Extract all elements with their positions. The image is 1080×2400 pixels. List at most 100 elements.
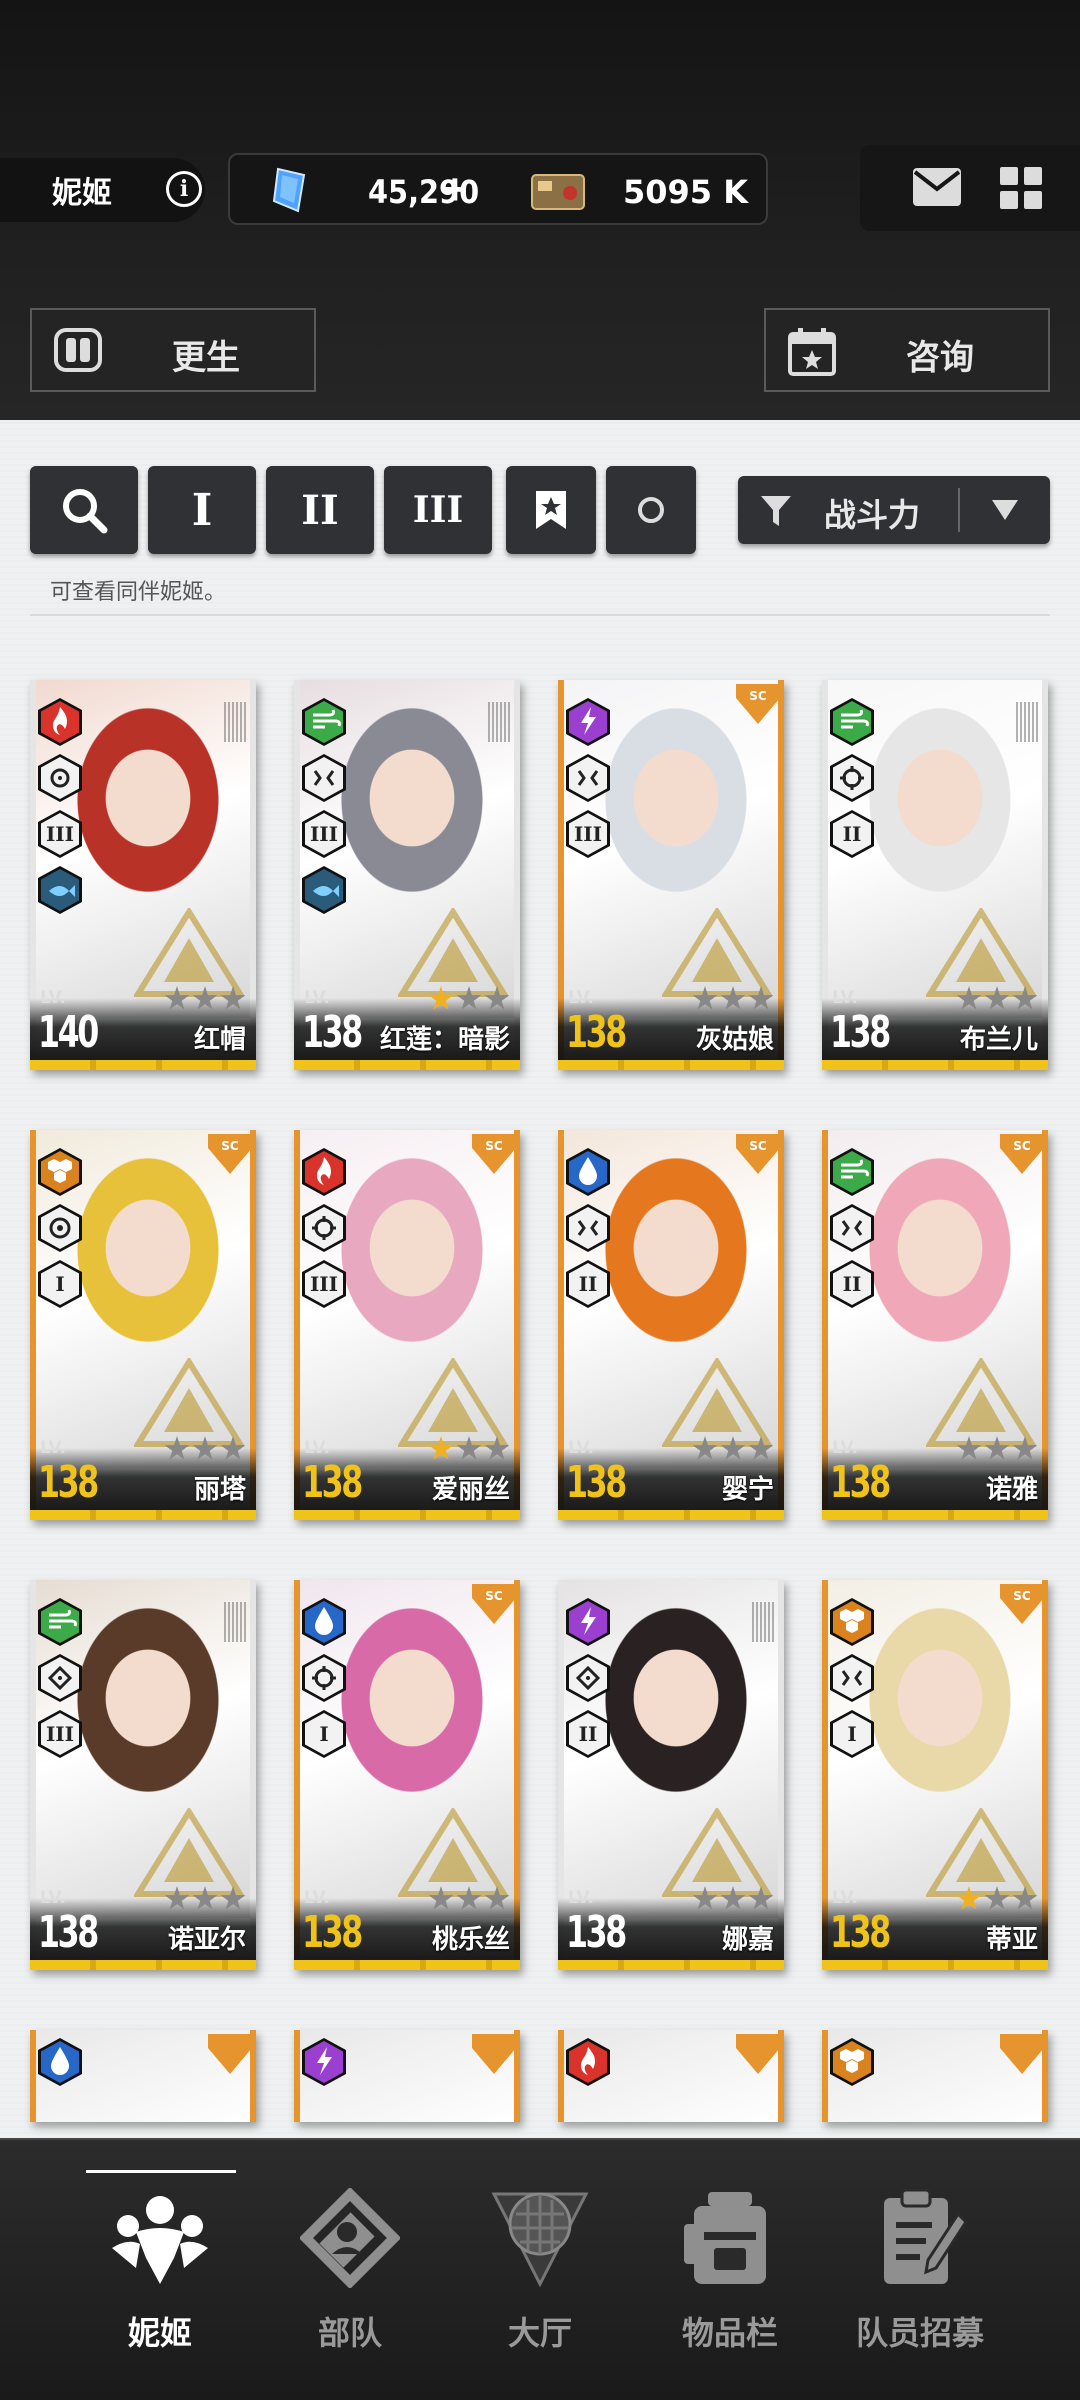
consult-button[interactable]: 咨询 <box>764 308 1050 392</box>
burst-level: I <box>833 1713 871 1755</box>
nikke-name: 诺亚尔 <box>167 1925 246 1955</box>
star-icon <box>692 1436 718 1460</box>
nikke-group-icon <box>112 2196 208 2284</box>
star-icon <box>956 1886 982 1910</box>
filter-burst-3-button[interactable]: III <box>384 466 492 554</box>
electric-element-icon <box>317 2047 332 2075</box>
star-icon <box>984 986 1010 1010</box>
card-strip <box>822 1960 1048 1970</box>
nav-lobby-label: 大厅 <box>507 2314 572 2352</box>
nav-inventory[interactable]: 物品栏 <box>630 2140 830 2400</box>
nav-squad-label: 部队 <box>317 2314 382 2352</box>
add-gems-button[interactable]: + <box>442 165 468 215</box>
favorite-filter-button[interactable] <box>506 466 596 554</box>
nav-lobby[interactable]: 大厅 <box>440 2140 640 2400</box>
filter-burst-2-button[interactable]: II <box>266 466 374 554</box>
filter-burst-1-button[interactable]: I <box>148 466 256 554</box>
barcode <box>488 702 510 742</box>
manufacturer-emblem-icon <box>926 908 1036 997</box>
nikke-name: 红帽 <box>193 1025 246 1055</box>
level-label: LV. <box>40 1888 66 1908</box>
nav-recruit-label: 队员招募 <box>855 2314 984 2352</box>
level-value: 138 <box>38 1457 99 1508</box>
iron-element-icon <box>840 1609 864 1633</box>
nikke-card[interactable]: SC III LV. 138 爱丽丝 <box>294 1130 520 1520</box>
sc-rarity-tag-icon <box>736 2034 780 2074</box>
nikke-card[interactable]: SC III LV. 138 灰姑娘 <box>558 680 784 1070</box>
fire-element-icon <box>316 1157 332 1185</box>
nav-squad[interactable]: 部队 <box>250 2140 450 2400</box>
level-label: LV. <box>832 1438 858 1458</box>
nikke-name: 布兰儿 <box>959 1025 1038 1055</box>
nikke-name: 丽塔 <box>193 1475 246 1505</box>
nikke-card[interactable]: SC II LV. 138 诺雅 <box>822 1130 1048 1520</box>
sc-rarity-tag-icon: SC <box>472 1584 516 1624</box>
star-icon <box>1012 986 1038 1010</box>
level-value: 138 <box>830 1007 891 1058</box>
svg-text:SC: SC <box>1013 1589 1031 1603</box>
level-value: 138 <box>830 1907 891 1958</box>
level-value: 140 <box>38 1007 99 1058</box>
nikke-card[interactable]: SC I LV. 138 蒂亚 <box>822 1580 1048 1970</box>
nikke-card[interactable]: SC II LV. 138 婴宁 <box>558 1130 784 1520</box>
manufacturer-emblem-icon <box>926 1358 1036 1447</box>
nav-recruit[interactable]: 队员招募 <box>820 2140 1020 2400</box>
diamond-weapon-icon <box>575 1665 601 1691</box>
calendar-star-icon <box>788 328 836 376</box>
sc-rarity-tag-icon: SC <box>208 1134 252 1174</box>
menu-grid-icon[interactable] <box>1000 167 1042 209</box>
nikke-card[interactable]: III LV. 138 红莲：暗影 <box>294 680 520 1070</box>
star-icon <box>692 986 718 1010</box>
nikke-card[interactable]: SC I LV. 138 丽塔 <box>30 1130 256 1520</box>
star-icon <box>428 1886 454 1910</box>
nikke-card[interactable] <box>294 2030 520 2122</box>
card-strip <box>822 1510 1048 1520</box>
nikke-name: 爱丽丝 <box>431 1475 510 1505</box>
info-icon[interactable]: i <box>166 171 202 207</box>
nikke-card[interactable]: SC I LV. 138 桃乐丝 <box>294 1580 520 1970</box>
svg-text:SC: SC <box>485 1589 503 1603</box>
nikke-card[interactable]: II LV. 138 娜嘉 <box>558 1580 784 1970</box>
nikke-card[interactable] <box>30 2030 256 2122</box>
star-icon <box>192 1886 218 1910</box>
iron-element-icon <box>48 1159 72 1183</box>
nikke-card[interactable] <box>558 2030 784 2122</box>
sort-dropdown[interactable]: 战斗力 <box>738 476 1050 544</box>
nikke-card[interactable]: II LV. 138 布兰儿 <box>822 680 1048 1070</box>
card-frame <box>30 2030 36 2122</box>
card-strip <box>30 1510 256 1520</box>
manufacturer-emblem-icon <box>662 908 772 997</box>
star-rating <box>164 1436 246 1462</box>
nikke-card[interactable]: III LV. 140 红帽 <box>30 680 256 1070</box>
nikke-card[interactable] <box>822 2030 1048 2122</box>
sc-rarity-tag-icon <box>208 2034 252 2074</box>
star-icon <box>956 986 982 1010</box>
mail-icon[interactable] <box>912 167 962 207</box>
star-rating <box>692 1886 774 1912</box>
search-button[interactable] <box>30 466 138 554</box>
nav-nikke[interactable]: 妮姬 <box>60 2140 260 2400</box>
chevron-down-icon <box>992 500 1018 520</box>
water-fish-icon <box>313 885 339 897</box>
circle-filter-button[interactable] <box>606 466 696 554</box>
level-label: LV. <box>568 1438 594 1458</box>
star-icon <box>720 1886 746 1910</box>
level-value: 138 <box>302 1907 363 1958</box>
credit-card-icon <box>531 174 585 210</box>
nav-active-indicator <box>86 2170 236 2173</box>
rebirth-button[interactable]: 更生 <box>30 308 316 392</box>
card-frame <box>558 2030 564 2122</box>
wind-element-icon <box>49 1609 77 1629</box>
divider <box>30 614 1050 616</box>
star-icon <box>428 1436 454 1460</box>
level-label: LV. <box>832 988 858 1008</box>
card-strip <box>822 1060 1048 1070</box>
star-icon <box>220 1436 246 1460</box>
star-icon <box>956 1436 982 1460</box>
level-label: LV. <box>40 988 66 1008</box>
lobby-icon <box>491 2192 589 2288</box>
bottom-nav: 妮姬 部队 大厅 物品栏 队员招募 <box>0 2138 1080 2400</box>
star-icon <box>1012 1886 1038 1910</box>
manufacturer-emblem-icon <box>398 1358 508 1447</box>
nikke-card[interactable]: III LV. 138 诺亚尔 <box>30 1580 256 1970</box>
